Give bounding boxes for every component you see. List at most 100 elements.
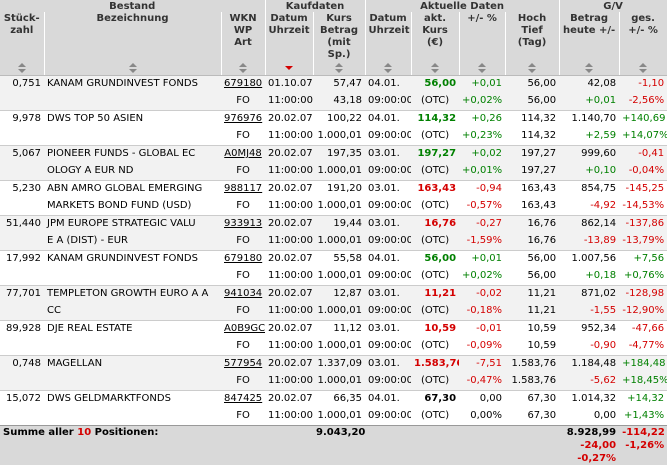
name-cell[interactable]: DWS TOP 50 ASIEN: [44, 111, 221, 129]
wkn-link[interactable]: 976976: [221, 111, 265, 129]
tief: 67,30: [505, 408, 559, 426]
ges-abs: -47,66: [619, 321, 667, 339]
akt-kurs: 114,32: [411, 111, 459, 129]
wkn-link[interactable]: 988117: [221, 181, 265, 199]
kauf-kurs: 55,58: [313, 251, 365, 269]
name-cell[interactable]: KANAM GRUNDINVEST FONDS: [44, 76, 221, 94]
kauf-kurs: 1.337,09: [313, 356, 365, 374]
betrag-heute: 871,02: [559, 286, 619, 304]
sort-plus-minus[interactable]: [459, 61, 505, 76]
sort-kurs-betrag[interactable]: [313, 61, 365, 76]
portfolio-table: Bestand Kaufdaten Aktuelle Daten G/V Stü…: [0, 0, 667, 465]
wkn-link[interactable]: A0B9GC: [221, 321, 265, 339]
sort-kauf-datum[interactable]: [265, 61, 313, 76]
tief: 1.583,76: [505, 373, 559, 391]
kauf-kurs: 66,35: [313, 391, 365, 409]
group-aktuelle-daten: Aktuelle Daten: [365, 0, 559, 12]
ges-abs: -145,25: [619, 181, 667, 199]
boerse: (OTC): [411, 408, 459, 426]
summary-heute-chgpct: -0,27%: [559, 452, 619, 465]
sort-wkn[interactable]: [221, 61, 265, 76]
akt-date: 04.01.: [365, 391, 411, 409]
table-row: 5,230ABN AMRO GLOBAL EMERGING98811720.02…: [0, 181, 667, 199]
name-cell[interactable]: KANAM GRUNDINVEST FONDS: [44, 251, 221, 269]
sort-stueckzahl[interactable]: [0, 61, 44, 76]
name-cell[interactable]: JPM EUROPE STRATEGIC VALU: [44, 216, 221, 234]
chg-abs: -0,94: [459, 181, 505, 199]
akt-date: 03.01.: [365, 321, 411, 339]
col-kurs-betrag: Kurs Betrag (mit Sp.): [313, 12, 365, 61]
kauf-betrag: 1.000,01: [313, 163, 365, 181]
sort-akt-kurs[interactable]: [411, 61, 459, 76]
sort-ges[interactable]: [619, 61, 667, 76]
ges-pct: -2,56%: [619, 93, 667, 111]
table-row-2: MARKETS BOND FUND (USD)FO11:00:001.000,0…: [0, 198, 667, 216]
table-row-2: E A (DIST) - EURFO11:00:001.000,0109:00:…: [0, 233, 667, 251]
col-akt-datum: Datum Uhrzeit: [365, 12, 411, 61]
kauf-date: 20.02.07: [265, 391, 313, 409]
wkn-link[interactable]: 679180: [221, 251, 265, 269]
wkn-link[interactable]: 941034: [221, 286, 265, 304]
wkn-link[interactable]: 577954: [221, 356, 265, 374]
akt-kurs: 1.583,76: [411, 356, 459, 374]
name-cell-2[interactable]: E A (DIST) - EUR: [44, 233, 221, 251]
wp-art: FO: [221, 198, 265, 216]
sort-akt-datum[interactable]: [365, 61, 411, 76]
name-cell-2[interactable]: [44, 128, 221, 146]
name-cell-2[interactable]: [44, 373, 221, 391]
wkn-link[interactable]: 679180: [221, 76, 265, 94]
tief: 197,27: [505, 163, 559, 181]
kauf-date: 20.02.07: [265, 356, 313, 374]
name-cell-2[interactable]: OLOGY A EUR ND: [44, 163, 221, 181]
ges-pct: -14,53%: [619, 198, 667, 216]
betrag-heute: 1.184,48: [559, 356, 619, 374]
wp-art: FO: [221, 338, 265, 356]
col-plus-minus: +/- %: [459, 12, 505, 61]
wp-art: FO: [221, 408, 265, 426]
chg-pct: -0,18%: [459, 303, 505, 321]
name-cell[interactable]: ABN AMRO GLOBAL EMERGING: [44, 181, 221, 199]
table-row: 17,992KANAM GRUNDINVEST FONDS67918020.02…: [0, 251, 667, 269]
name-cell[interactable]: MAGELLAN: [44, 356, 221, 374]
ges-abs: +7,56: [619, 251, 667, 269]
name-cell-2[interactable]: CC: [44, 303, 221, 321]
akt-time: 09:00:00: [365, 93, 411, 111]
name-cell-2[interactable]: [44, 93, 221, 111]
chg-pct: +0,02%: [459, 93, 505, 111]
name-cell[interactable]: DJE REAL ESTATE: [44, 321, 221, 339]
group-gv: G/V: [559, 0, 667, 12]
chg-abs: -0,27: [459, 216, 505, 234]
chg-abs: -0,02: [459, 286, 505, 304]
chg-abs: -7,51: [459, 356, 505, 374]
table-row: 5,067PIONEER FUNDS - GLOBAL ECA0MJ4820.0…: [0, 146, 667, 164]
hoch: 163,43: [505, 181, 559, 199]
tief: 10,59: [505, 338, 559, 356]
boerse: (OTC): [411, 93, 459, 111]
sort-betrag-heute[interactable]: [559, 61, 619, 76]
sort-bezeichnung[interactable]: [44, 61, 221, 76]
akt-kurs: 11,21: [411, 286, 459, 304]
chg-pct: -1,59%: [459, 233, 505, 251]
sort-hoch-tief[interactable]: [505, 61, 559, 76]
kauf-date: 20.02.07: [265, 146, 313, 164]
kauf-time: 11:00:00: [265, 128, 313, 146]
hoch: 114,32: [505, 111, 559, 129]
wkn-link[interactable]: A0MJ48: [221, 146, 265, 164]
summary-count: 10: [77, 427, 91, 438]
wkn-link[interactable]: 933913: [221, 216, 265, 234]
name-cell[interactable]: TEMPLETON GROWTH EURO A A: [44, 286, 221, 304]
table-row-2: FO11:00:001.000,0109:00:00(OTC)-0,47%1.5…: [0, 373, 667, 391]
wkn-link[interactable]: 847425: [221, 391, 265, 409]
name-cell-2[interactable]: [44, 338, 221, 356]
name-cell[interactable]: DWS GELDMARKTFONDS: [44, 391, 221, 409]
name-cell-2[interactable]: [44, 408, 221, 426]
name-cell[interactable]: PIONEER FUNDS - GLOBAL EC: [44, 146, 221, 164]
akt-time: 09:00:00: [365, 233, 411, 251]
chg-abs: +0,01: [459, 251, 505, 269]
summary-label: Summe aller 10 Positionen:: [0, 426, 313, 440]
name-cell-2[interactable]: [44, 268, 221, 286]
name-cell-2[interactable]: MARKETS BOND FUND (USD): [44, 198, 221, 216]
kauf-kurs: 11,12: [313, 321, 365, 339]
akt-kurs: 67,30: [411, 391, 459, 409]
table-row: 51,440JPM EUROPE STRATEGIC VALU93391320.…: [0, 216, 667, 234]
